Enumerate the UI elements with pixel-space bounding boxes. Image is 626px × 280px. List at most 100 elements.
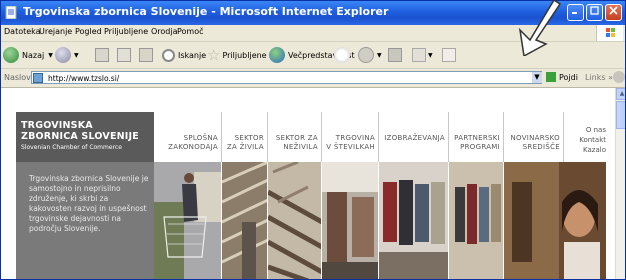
mouse-cursor-icon	[518, 0, 562, 56]
nav-trgovina-v-stevilkah[interactable]: TRGOVINA V ŠTEVILKAH	[322, 112, 379, 162]
home-icon	[139, 48, 153, 62]
header-photo-strip	[154, 162, 606, 279]
web-page: TRGOVINSKA ZBORNICA SLOVENIJE Slovenian …	[16, 112, 606, 279]
nav-izobrazevanja[interactable]: IZOBRAŽEVANJA	[379, 112, 449, 162]
chevron-down-icon: ▼	[48, 51, 53, 59]
nav-label-line2: V ŠTEVILKAH	[326, 143, 375, 151]
store-aisle-photo	[322, 162, 378, 279]
star-icon: ☆	[207, 46, 221, 64]
photo-shelves	[222, 162, 268, 279]
nav-label-line2: PROGRAMI	[460, 143, 500, 151]
links-label: Links	[585, 73, 606, 82]
chevron-up-icon: ▲	[619, 90, 625, 97]
address-dropdown-button[interactable]: ▼	[532, 72, 542, 83]
nav-label-line2: SREDIŠČE	[522, 143, 560, 151]
vertical-scrollbar[interactable]: ▲	[615, 88, 625, 279]
nav-label-line1: SEKTOR ZA	[275, 134, 318, 142]
forward-button[interactable]: ▼	[55, 45, 79, 65]
photo-supermarket	[154, 162, 222, 279]
refresh-button[interactable]	[117, 45, 131, 65]
nav-label-line1: IZOBRAŽEVANJA	[384, 134, 445, 142]
links-button[interactable]: Links »	[585, 73, 613, 82]
menu-help[interactable]: Pomoč	[177, 27, 204, 36]
scroll-up-button[interactable]: ▲	[616, 88, 625, 100]
discuss-button[interactable]	[442, 45, 456, 65]
menu-view[interactable]: Pogled	[75, 27, 102, 36]
search-label: Iskanje	[178, 50, 207, 60]
menu-favorites[interactable]: Priljubljene	[104, 27, 148, 36]
menu-file[interactable]: Datoteka	[4, 27, 41, 36]
logo-line-1: TRGOVINSKA	[21, 120, 93, 131]
menu-tools[interactable]: Orodja	[151, 27, 178, 36]
nav-partnerski-programi[interactable]: PARTNERSKI PROGRAMI	[449, 112, 504, 162]
history-button[interactable]	[334, 45, 353, 65]
photo-store-aisle	[322, 162, 379, 279]
logo-line-3: Slovenian Chamber of Commerce	[21, 144, 122, 151]
utility-links: O nas Kontakt Kazalo	[564, 112, 606, 162]
forward-arrow-icon	[55, 47, 71, 63]
windows-logo	[596, 25, 623, 41]
minimize-icon	[572, 12, 577, 14]
nav-label-line1: NOVINARSKO	[510, 134, 560, 142]
maximize-button[interactable]	[586, 4, 603, 21]
nav-novinarsko-sredisce[interactable]: NOVINARSKO SREDIŠČE	[504, 112, 564, 162]
search-button[interactable]: Iskanje	[162, 45, 206, 65]
link-kontakt[interactable]: Kontakt	[579, 135, 606, 145]
nav-label-line1: SPLOŠNA	[183, 134, 218, 142]
nav-splosna-zakonodaja[interactable]: SPLOŠNA ZAKONODAJA	[154, 112, 222, 162]
go-arrow-icon	[546, 72, 556, 82]
photo-boutique	[449, 162, 504, 279]
go-button[interactable]: Pojdi	[546, 72, 578, 82]
back-button[interactable]: Nazaj ▼	[3, 45, 53, 65]
menu-edit[interactable]: Urejanje	[39, 27, 72, 36]
page-viewport: TRGOVINSKA ZBORNICA SLOVENIJE Slovenian …	[1, 88, 615, 279]
intro-text: Trgovinska zbornica Slovenije je samosto…	[29, 174, 149, 233]
maximize-icon	[590, 6, 599, 15]
favorites-label: Priljubljene	[222, 50, 267, 60]
logo-line-2: ZBORNICA SLOVENIJE	[21, 131, 139, 142]
scroll-thumb[interactable]	[616, 101, 625, 129]
mail-button[interactable]: ▼	[358, 45, 382, 65]
address-input[interactable]: http://www.tzslo.si/	[31, 71, 542, 84]
chevron-down-icon: ▼	[428, 51, 433, 59]
minimize-button[interactable]	[567, 4, 584, 21]
edit-page-icon	[412, 48, 426, 62]
nav-label-line1: PARTNERSKI	[454, 134, 500, 142]
toolbar-extra-icon[interactable]	[613, 71, 625, 83]
back-arrow-icon	[3, 47, 19, 63]
discuss-icon	[442, 48, 456, 62]
chevron-down-icon: ▼	[74, 51, 79, 59]
nav-sektor-za-nezivila[interactable]: SEKTOR ZA NEŽIVILA	[268, 112, 322, 162]
stop-button[interactable]	[95, 45, 109, 65]
back-label: Nazaj	[22, 50, 45, 60]
shoes-photo	[268, 162, 321, 279]
nav-sektor-za-zivila[interactable]: SEKTOR ZA ŽIVILA	[222, 112, 268, 162]
stop-icon	[95, 48, 109, 62]
nav-label-line2: ZAKONODAJA	[168, 143, 218, 151]
boutique-photo	[449, 162, 503, 279]
windows-flag-icon	[606, 28, 615, 37]
edit-button[interactable]: ▼	[412, 45, 433, 65]
printer-icon	[388, 48, 402, 62]
link-o-nas[interactable]: O nas	[586, 125, 606, 135]
photo-clothes-rack	[379, 162, 449, 279]
chevron-down-icon: ▼	[534, 73, 540, 81]
nav-label-line1: TRGOVINA	[335, 134, 375, 142]
site-logo[interactable]: TRGOVINSKA ZBORNICA SLOVENIJE Slovenian …	[16, 112, 154, 162]
mail-icon	[358, 47, 374, 63]
search-icon	[162, 48, 175, 62]
go-label: Pojdi	[559, 72, 578, 82]
nav-label-line2: NEŽIVILA	[283, 143, 318, 151]
refresh-icon	[117, 48, 131, 62]
print-button[interactable]	[388, 45, 402, 65]
favorites-button[interactable]: ☆ Priljubljene	[207, 45, 267, 65]
nav-label-line2: ZA ŽIVILA	[226, 143, 264, 151]
link-kazalo[interactable]: Kazalo	[583, 145, 606, 155]
clothes-rack-photo	[379, 162, 448, 279]
history-icon	[334, 47, 350, 63]
ie-page-icon	[5, 6, 17, 19]
address-bar: Naslov http://www.tzslo.si/ ▼ Pojdi Link…	[1, 69, 625, 88]
close-icon	[609, 6, 618, 15]
close-button[interactable]	[605, 4, 622, 21]
home-button[interactable]	[139, 45, 153, 65]
